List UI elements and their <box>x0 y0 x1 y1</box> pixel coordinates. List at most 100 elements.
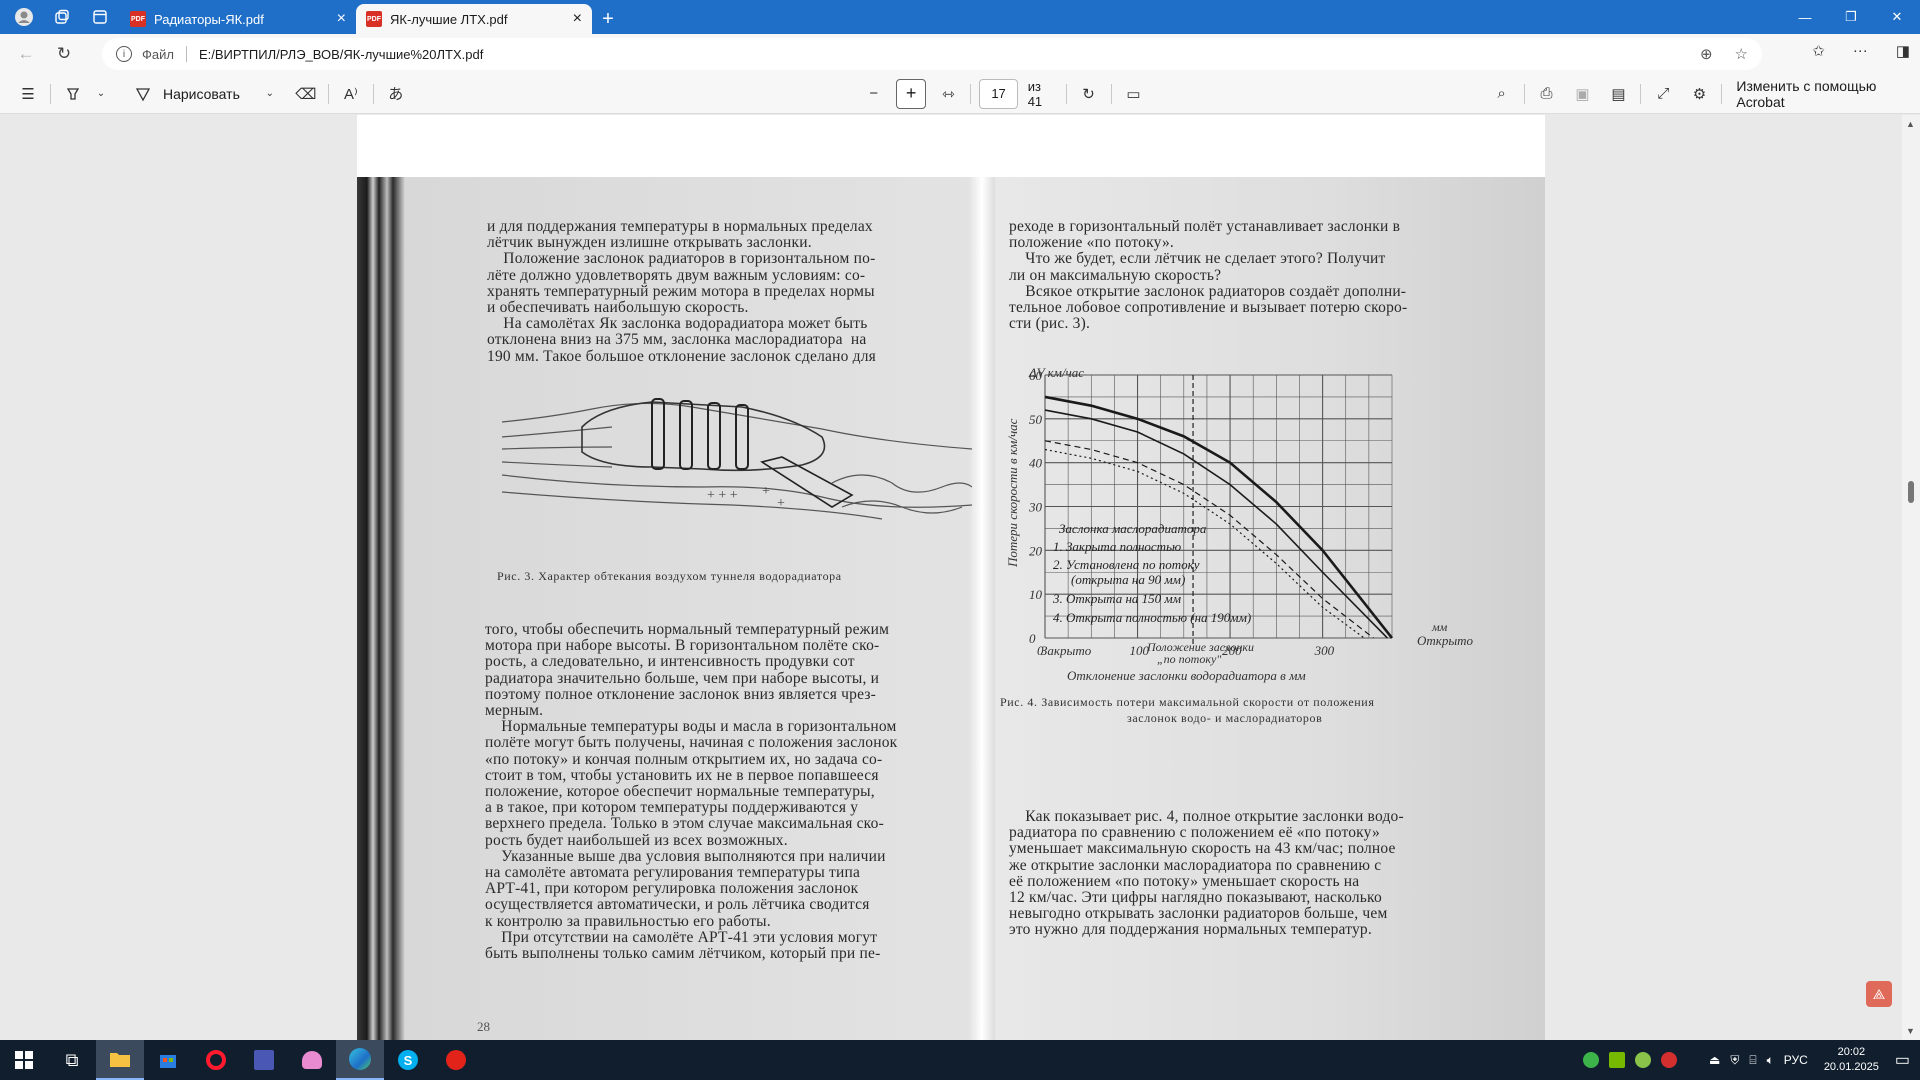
divider <box>1065 83 1067 104</box>
security-icon[interactable] <box>1583 1052 1600 1068</box>
eraser-icon[interactable]: ⌫ <box>292 80 320 108</box>
chevron-down-icon[interactable]: ⌄ <box>87 80 115 108</box>
zoom-out-icon[interactable]: − <box>860 80 888 108</box>
favorite-star-icon[interactable]: ☆ <box>1735 45 1748 63</box>
radiator-tunnel-figure: + + + + + <box>502 398 972 520</box>
x-tick-label: 300 <box>1314 643 1335 658</box>
usb-icon[interactable]: ⏏ <box>1709 1053 1720 1067</box>
svg-text:+: + <box>777 496 785 511</box>
legend-item: 1. Закрыта полностью <box>1053 539 1181 554</box>
close-tab-icon[interactable]: × <box>337 11 346 27</box>
y-tick-label: 0 <box>1029 631 1036 646</box>
page-view-icon[interactable]: ▭ <box>1120 80 1148 108</box>
pdf-file-icon: PDF <box>130 11 146 27</box>
task-view-icon[interactable]: ⧉ <box>48 1040 96 1080</box>
omnibox[interactable]: i Файл E:/ВИРТПИЛ/РЛЭ_ВОВ/ЯК-лучшие%20ЛТ… <box>102 38 1762 70</box>
divider <box>372 83 374 104</box>
page-number-input[interactable]: 17 <box>979 78 1018 109</box>
settings-gear-icon[interactable]: ⚙ <box>1685 80 1713 108</box>
clock[interactable]: 20:02 20.01.2025 <box>1824 1045 1879 1075</box>
edit-with-acrobat-button[interactable]: Изменить с помощью Acrobat <box>1736 78 1920 110</box>
url-text[interactable]: E:/ВИРТПИЛ/РЛЭ_ВОВ/ЯК-лучшие%20ЛТХ.pdf <box>199 47 483 62</box>
edge-browser-icon[interactable] <box>336 1040 384 1080</box>
file-explorer-icon[interactable] <box>96 1040 144 1080</box>
save-app-icon[interactable] <box>240 1040 288 1080</box>
tab-yak-ltx-pdf[interactable]: PDF ЯК-лучшие ЛТХ.pdf × <box>356 4 592 34</box>
sidebar-toggle-icon[interactable]: ◨ <box>1896 42 1910 60</box>
highlight-icon[interactable] <box>59 80 87 108</box>
divider <box>50 83 51 104</box>
start-button[interactable] <box>0 1040 48 1080</box>
speed-loss-chart: 01020304050600 100 200 300 ΔV км/час Потери… <box>1005 365 1474 683</box>
tray-red-icon[interactable] <box>1661 1052 1678 1068</box>
info-icon[interactable]: i <box>116 46 132 62</box>
x-left-label: Закрыто <box>1041 643 1092 658</box>
fullscreen-icon[interactable]: ⤢ <box>1649 80 1677 108</box>
draw-icon[interactable] <box>129 80 157 108</box>
back-button[interactable]: ← <box>8 38 44 70</box>
rotate-icon[interactable]: ↻ <box>1075 80 1103 108</box>
tab-radiators-pdf[interactable]: PDF Радиаторы-ЯК.pdf × <box>120 4 356 34</box>
pdf-toolbar: ☰ ⌄ Нарисовать ⌄ ⌫ A⁾ あ − + ⇿ 17 из 41 ↻… <box>0 74 1920 114</box>
close-window-button[interactable]: ✕ <box>1874 0 1920 34</box>
y-tick-label: 20 <box>1029 543 1043 558</box>
zoom-in-button[interactable]: + <box>895 78 927 109</box>
figure-3-caption: Рис. 3. Характер обтекания воздухом тунн… <box>497 569 842 583</box>
pdf-viewer[interactable]: и для поддержания температуры в нормальн… <box>0 115 1920 1040</box>
workspaces-icon[interactable] <box>46 3 78 31</box>
fit-page-icon[interactable]: ⇿ <box>934 80 962 108</box>
translate-icon[interactable]: あ <box>382 80 410 108</box>
draw-label[interactable]: Нарисовать <box>163 86 240 102</box>
page-number: 28 <box>477 1019 490 1034</box>
opera-icon[interactable] <box>192 1040 240 1080</box>
red-app-icon[interactable] <box>432 1040 480 1080</box>
nvidia-icon[interactable] <box>1609 1052 1626 1068</box>
divider <box>970 83 972 104</box>
favorites-icon[interactable]: ✩ <box>1812 42 1825 60</box>
store-icon[interactable] <box>144 1040 192 1080</box>
vertical-scrollbar[interactable]: ▲ ▼ <box>1902 115 1920 1040</box>
divider <box>1721 83 1723 104</box>
notifications-icon[interactable]: ▭ <box>1895 1050 1910 1070</box>
zoom-icon[interactable]: ⊕ <box>1700 45 1713 63</box>
figure-4-caption-line1: Рис. 4. Зависимость потери максимальной … <box>1000 695 1375 709</box>
save-icon[interactable]: ▣ <box>1568 80 1596 108</box>
y-tick-label: 50 <box>1029 412 1043 427</box>
refresh-button[interactable]: ↻ <box>46 38 82 70</box>
print-icon[interactable]: ⎙ <box>1532 80 1560 108</box>
divider <box>1640 83 1642 104</box>
language-indicator[interactable]: РУС <box>1784 1053 1808 1067</box>
search-icon[interactable]: ⌕ <box>1488 80 1516 108</box>
defender-icon[interactable]: ⛨ <box>1730 1053 1739 1068</box>
legend-title: Заслонка маслорадиатора <box>1059 521 1207 536</box>
skype-icon[interactable]: S <box>384 1040 432 1080</box>
y-tick-label: 30 <box>1028 500 1043 515</box>
profile-icon[interactable] <box>8 3 40 31</box>
y-axis-label: Потери скорости в км/час <box>1005 418 1020 568</box>
tray-app-icon[interactable] <box>1635 1052 1652 1068</box>
more-menu-icon[interactable]: ··· <box>1853 42 1868 60</box>
minimize-button[interactable]: — <box>1782 0 1828 34</box>
acrobat-float-icon[interactable]: ⟁ <box>1866 981 1892 1007</box>
pdf-page: и для поддержания температуры в нормальн… <box>357 115 1545 1040</box>
divider <box>327 83 329 104</box>
y-unit-label: ΔV км/час <box>1028 365 1084 380</box>
network-icon[interactable]: ⌸ <box>1749 1053 1756 1068</box>
chevron-down-icon[interactable]: ⌄ <box>256 80 284 108</box>
scrollbar-thumb[interactable] <box>1908 481 1914 503</box>
save-as-icon[interactable]: ▤ <box>1604 80 1632 108</box>
legend-item: 3. Открыта на 150 мм <box>1052 591 1181 606</box>
legend-item: 2. Установлена по потоку <box>1053 557 1200 572</box>
svg-text:+ + +: + + + <box>707 488 738 503</box>
contents-icon[interactable]: ☰ <box>14 80 42 108</box>
new-tab-button[interactable]: + <box>592 4 624 34</box>
scroll-down-icon[interactable]: ▼ <box>1906 1026 1915 1036</box>
tab-actions-icon[interactable] <box>84 3 116 31</box>
scroll-up-icon[interactable]: ▲ <box>1906 119 1915 129</box>
restore-button[interactable]: ❐ <box>1828 0 1874 34</box>
x-right-label: Открыто <box>1417 633 1474 648</box>
read-aloud-icon[interactable]: A⁾ <box>337 80 365 108</box>
octopus-app-icon[interactable] <box>288 1040 336 1080</box>
close-tab-icon[interactable]: × <box>573 11 582 27</box>
volume-icon[interactable]: 🔈︎ <box>1767 1053 1774 1068</box>
